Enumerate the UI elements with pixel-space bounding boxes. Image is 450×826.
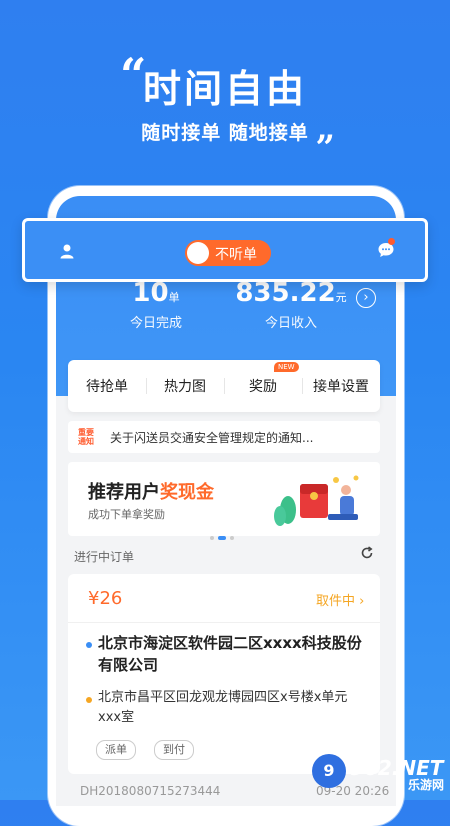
quick-menu: 待抢单 热力图 奖励 NEW 接单设置 [68,360,380,412]
red-envelope-illustration [274,475,359,526]
notice-tag: 重要 通知 [78,428,104,446]
banner-title-prefix: 推荐用户 [88,482,160,503]
today-income-stat: 835.22元 今日收入 [221,280,361,331]
watermark-sub: 乐游网 [408,778,445,792]
carousel-indicator [208,525,236,544]
notice-text: 关于闪送员交通安全管理规定的通知... [110,430,314,445]
site-watermark: 9 962.NET 乐游网 [312,752,446,792]
pickup-address: 北京市海淀区软件园二区xxxx科技股份有限公司 [98,634,362,674]
work-status-bar: 不听单 [22,218,428,282]
order-price: ¥26 [88,588,123,609]
order-tag-dispatch: 派单 [96,740,136,760]
income-label: 今日收入 [264,316,317,331]
orders-unit: 单 [168,291,180,304]
banner-title-highlight: 奖现金 [160,482,214,503]
hero-title: 时间自由 [142,67,307,111]
carousel-dot [230,536,234,540]
banner-subtitle: 成功下单拿奖励 [88,508,165,521]
orders-label: 今日完成 [129,316,182,331]
watermark-logo: 9 [312,754,346,788]
pickup-dot-icon [86,642,92,648]
order-status-link[interactable]: 取件中 › [316,590,364,609]
dropoff-dot-icon [86,697,92,703]
menu-item-heatmap[interactable]: 热力图 [146,376,224,396]
menu-item-rewards-label: 奖励 [249,379,277,395]
listening-toggle[interactable]: 不听单 [185,240,271,266]
menu-item-rewards[interactable]: 奖励 NEW [224,362,302,396]
hero-subtitle: 随时接单 随地接单 [141,122,309,144]
menu-item-grab-orders[interactable]: 待抢单 [68,376,146,396]
notice-tag-line1: 重要 [78,428,94,437]
menu-item-order-settings[interactable]: 接单设置 [302,376,380,396]
order-tag-cod: 到付 [154,740,194,760]
chevron-right-icon[interactable]: › [356,288,376,308]
notice-bar[interactable]: 重要 通知 关于闪送员交通安全管理规定的通知... [68,421,380,453]
notice-tag-line2: 通知 [78,437,94,446]
refresh-icon[interactable] [360,546,374,560]
active-orders-heading: 进行中订单 [74,550,135,564]
carousel-dot [210,536,214,540]
dropoff-address: 北京市昌平区回龙观龙博园四区x号楼x单元xxx室 [98,690,348,725]
quote-close-mark: „ [316,109,336,149]
income-value: 835.22 [235,278,336,308]
income-unit: 元 [335,291,347,304]
order-number: DH2018080715273444 [80,784,221,798]
new-badge: NEW [274,362,299,372]
app-screen: 10单 今日完成 835.22元 今日收入 › 待抢单 热力图 奖励 NEW 接… [56,196,396,806]
banner-title: 推荐用户奖现金 [88,478,214,504]
toggle-knob [187,242,209,264]
carousel-dot-active [218,536,226,540]
orders-value: 10 [132,278,169,308]
toggle-label: 不听单 [215,247,257,263]
order-card[interactable]: ¥26 取件中 › 北京市海淀区软件园二区xxxx科技股份有限公司 北京市昌平区… [68,574,380,774]
today-orders-stat: 10单 今日完成 [116,280,196,331]
unread-dot [388,238,395,245]
divider [68,622,380,623]
referral-banner[interactable]: 推荐用户奖现金 成功下单拿奖励 [68,462,380,540]
user-icon[interactable] [59,243,75,259]
